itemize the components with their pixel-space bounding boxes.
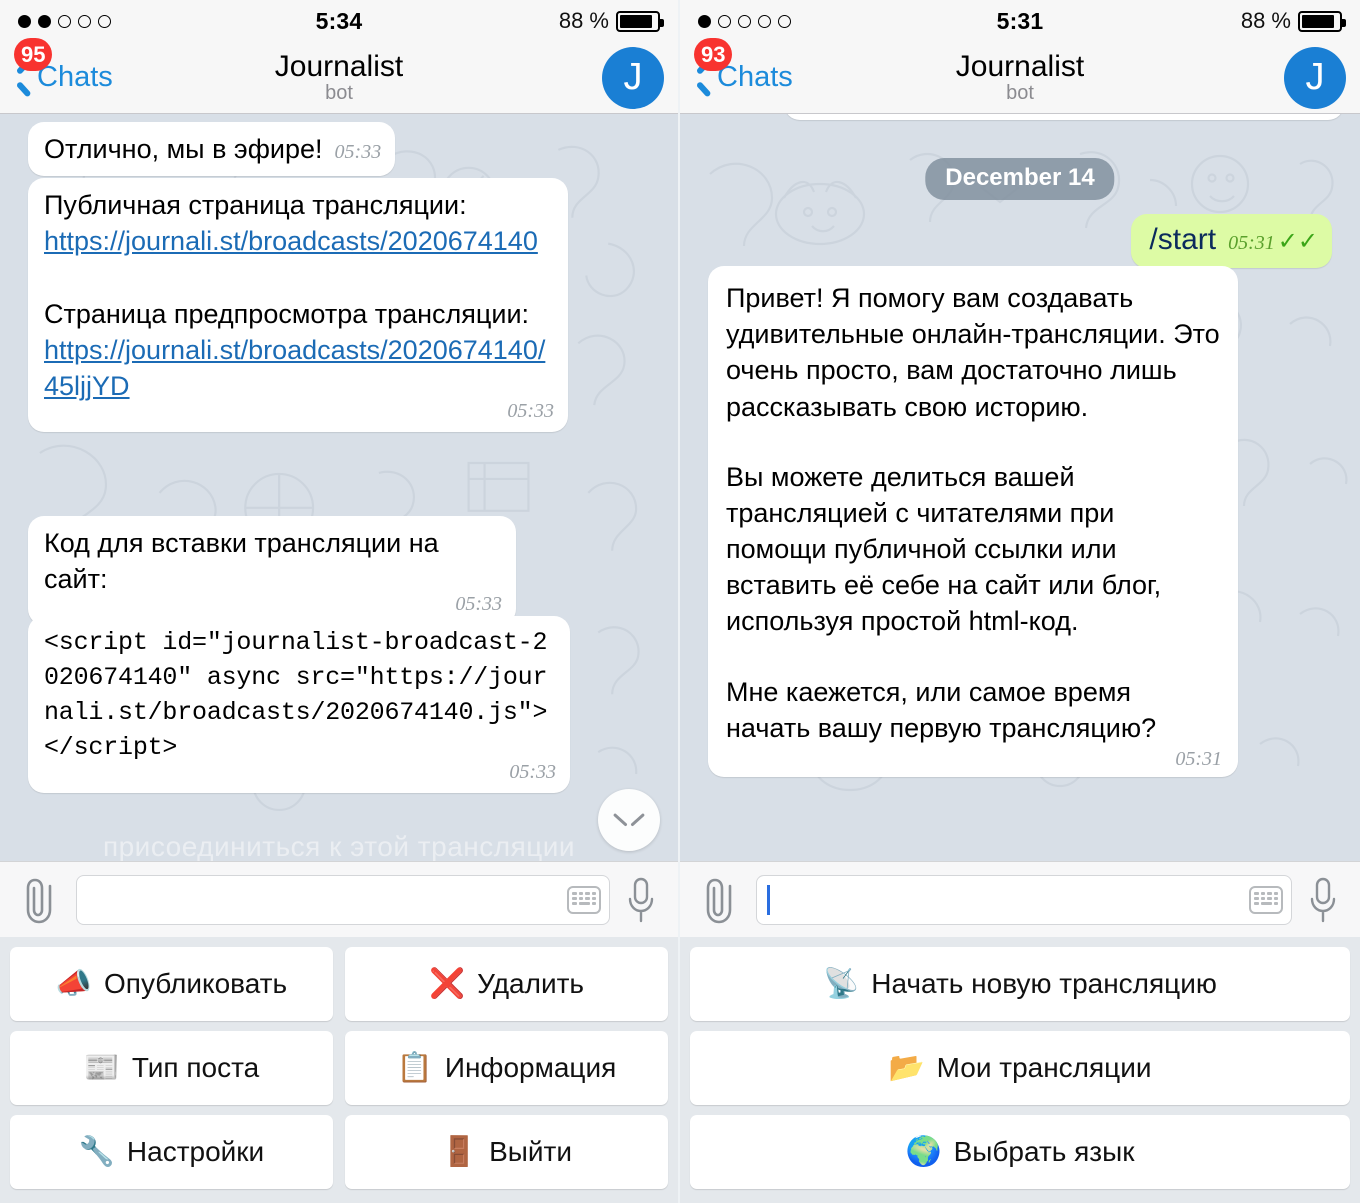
bot-button-label: Тип поста — [131, 1052, 260, 1083]
bot-button-publish[interactable]: 📣 Опубликовать — [10, 947, 333, 1021]
scroll-to-bottom-button[interactable] — [598, 789, 660, 851]
date-separator: December 14 — [925, 158, 1115, 200]
wrench-icon: 🔧 — [78, 1135, 115, 1168]
message-text: Отлично, мы в эфире! — [44, 134, 323, 164]
read-receipt-icon: ✓✓ — [1277, 228, 1318, 255]
bot-button-information[interactable]: 📋 Информация — [345, 1031, 668, 1105]
keyboard-row: 📂 Мои трансляции — [690, 1031, 1350, 1105]
avatar[interactable]: J — [602, 46, 664, 109]
attachment-clip-icon[interactable] — [20, 874, 62, 926]
chevron-down-icon — [616, 813, 642, 827]
keyboard-row: 📰 Тип поста 📋 Информация — [10, 1031, 668, 1105]
open-folder-icon: 📂 — [888, 1051, 925, 1084]
message-paragraph: Вы можете делиться вашей трансляцией с ч… — [726, 461, 1162, 637]
message-bubble[interactable]: Публичная страница трансляции: https://j… — [28, 178, 568, 433]
clipboard-icon: 📋 — [396, 1051, 433, 1084]
door-icon: 🚪 — [440, 1135, 478, 1168]
keyboard-row: 🔧 Настройки 🚪 Выйти — [10, 1115, 668, 1189]
message-bubble[interactable]: Код для вставки трансляции на сайт: 05:3… — [28, 516, 516, 626]
message-time: 05:31 — [1228, 232, 1275, 254]
bot-button-exit[interactable]: 🚪 Выйти — [345, 1115, 668, 1189]
bot-keyboard-panel: 📣 Опубликовать ❌ Удалить 📰 Тип поста 📋 И… — [0, 937, 678, 1203]
message-composer — [680, 861, 1360, 937]
satellite-antenna-icon: 📡 — [823, 967, 860, 1000]
bot-button-label: Настройки — [126, 1136, 265, 1167]
message-text-line: Страница предпросмотра трансляции: — [44, 298, 530, 329]
attachment-clip-icon[interactable] — [700, 874, 742, 926]
message-bubble[interactable]: Привет! Я помогу вам создавать удивитель… — [708, 266, 1238, 777]
message-paragraph: Мне каежется, или самое время начать ваш… — [726, 676, 1157, 743]
bot-button-label: Начать новую трансляцию — [871, 968, 1217, 999]
bot-button-label: Мои трансляции — [936, 1052, 1152, 1083]
microphone-icon[interactable] — [1306, 874, 1340, 926]
message-list: Отлично, мы в эфире! 05:33 Публичная стра… — [14, 114, 664, 861]
message-bubble[interactable]: Отлично, мы в эфире! 05:33 — [28, 122, 396, 177]
newspaper-icon: 📰 — [83, 1051, 120, 1084]
keyboard-row: 📡 Начать новую трансляцию — [690, 947, 1350, 1021]
message-bubble-code[interactable]: <script id="journalist-broadcast-2020674… — [28, 616, 570, 793]
phone-screen-left: 5:34 88 % Chats 95 Journalist bot J Отли… — [0, 0, 680, 1203]
chat-scroll-area[interactable]: Отлично, мы в эфире! 05:33 Публичная стра… — [0, 114, 678, 861]
keyboard-icon[interactable] — [1249, 885, 1283, 914]
bot-button-post-type[interactable]: 📰 Тип поста — [10, 1031, 333, 1105]
bot-button-label: Выйти — [489, 1136, 572, 1167]
bot-button-label: Информация — [444, 1052, 617, 1083]
unread-badge: 93 — [694, 38, 733, 71]
broadcast-public-link[interactable]: https://journali.st/broadcasts/202067414… — [44, 226, 538, 256]
battery-indicator: 88 % — [558, 8, 664, 34]
message-input[interactable] — [76, 874, 610, 925]
microphone-icon[interactable] — [624, 874, 658, 926]
bot-button-label: Опубликовать — [104, 968, 288, 999]
back-label: Chats — [717, 61, 793, 93]
message-input[interactable] — [756, 874, 1292, 925]
text-cursor — [767, 884, 770, 915]
message-text: Код для вставки трансляции на сайт: — [44, 528, 439, 595]
bot-button-start-new-broadcast[interactable]: 📡 Начать новую трансляцию — [690, 947, 1350, 1021]
battery-indicator: 88 % — [1240, 8, 1346, 34]
bot-button-my-broadcasts[interactable]: 📂 Мои трансляции — [690, 1031, 1350, 1105]
bot-button-delete[interactable]: ❌ Удалить — [345, 947, 668, 1021]
battery-percent-label: 88 % — [1240, 8, 1291, 33]
keyboard-row: 📣 Опубликовать ❌ Удалить — [10, 947, 668, 1021]
unread-badge: 95 — [14, 38, 53, 71]
message-composer — [0, 861, 678, 937]
bot-button-settings[interactable]: 🔧 Настройки — [10, 1115, 333, 1189]
broadcast-preview-link[interactable]: https://journali.st/broadcasts/202067414… — [44, 335, 545, 401]
nav-bar: Chats 95 Journalist bot J — [0, 38, 678, 114]
battery-percent-label: 88 % — [558, 8, 609, 33]
bot-button-label: Удалить — [477, 968, 584, 999]
chat-scroll-area[interactable]: December 14 /start 05:31 ✓✓ Привет! Я помо… — [680, 114, 1360, 861]
keyboard-icon[interactable] — [567, 885, 601, 914]
keyboard-row: 🌍 Выбрать язык — [690, 1115, 1350, 1189]
message-time: 05:33 — [334, 141, 382, 163]
message-time: 05:33 — [455, 593, 502, 616]
dual-screenshot-container: 5:34 88 % Chats 95 Journalist bot J Отли… — [0, 0, 1360, 1203]
message-text: /start — [1149, 223, 1217, 256]
battery-icon — [616, 10, 664, 32]
status-bar: 5:34 88 % — [0, 0, 678, 42]
phone-screen-right: 5:31 88 % Chats 93 Journalist bot J Dece… — [680, 0, 1360, 1203]
bot-button-choose-language[interactable]: 🌍 Выбрать язык — [690, 1115, 1350, 1189]
message-time: 05:31 — [1175, 747, 1222, 770]
nav-bar: Chats 93 Journalist bot J — [680, 38, 1360, 114]
globe-icon: 🌍 — [905, 1135, 942, 1168]
message-list: December 14 /start 05:31 ✓✓ Привет! Я помо… — [694, 114, 1346, 861]
bot-button-label: Выбрать язык — [953, 1136, 1135, 1167]
message-text-line: Публичная страница трансляции: — [44, 190, 467, 220]
back-label: Chats — [37, 61, 113, 93]
battery-icon — [1298, 10, 1346, 32]
message-bubble-outgoing[interactable]: /start 05:31 ✓✓ — [1131, 214, 1332, 269]
avatar[interactable]: J — [1284, 46, 1346, 109]
status-bar: 5:31 88 % — [680, 0, 1360, 42]
megaphone-icon: 📣 — [55, 967, 92, 1000]
message-paragraph: Привет! Я помогу вам создавать удивитель… — [726, 283, 1220, 422]
bot-keyboard-panel: 📡 Начать новую трансляцию 📂 Мои трансляц… — [680, 937, 1360, 1203]
message-bubble-partial[interactable] — [784, 114, 1344, 120]
embed-code-text: <script id="journalist-broadcast-2020674… — [44, 628, 548, 762]
cross-mark-icon: ❌ — [428, 967, 466, 1000]
